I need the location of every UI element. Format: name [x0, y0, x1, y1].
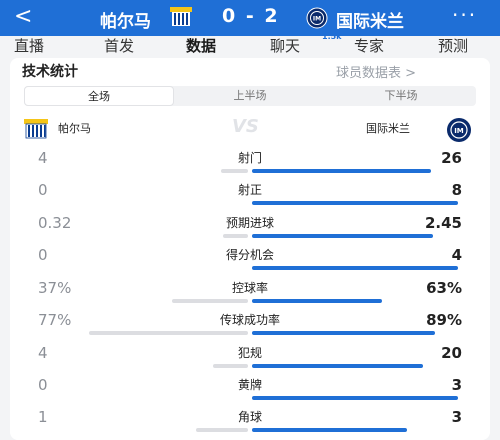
tab-predict[interactable]: 预测: [438, 36, 468, 56]
match-header: < 帕尔马 0 - 2 IM 国际米兰 ···: [0, 0, 500, 36]
tab-chat[interactable]: 聊天: [270, 36, 300, 56]
team-right-name: 国际米兰: [366, 122, 410, 135]
more-dots-icon[interactable]: ···: [452, 3, 477, 27]
player-stats-link[interactable]: 球员数据表 >: [336, 62, 416, 81]
stat-right-value: 3: [451, 376, 462, 394]
stat-right-value: 89%: [426, 311, 462, 329]
stat-row: 0 黄牌 3: [10, 376, 490, 406]
stat-row: 4 犯规 20: [10, 344, 490, 374]
stat-right-bar: [252, 396, 458, 400]
stat-right-bar: [252, 169, 431, 173]
match-score: 0 - 2: [222, 5, 280, 27]
stat-right-bar: [252, 364, 423, 368]
stat-row: 4 射门 26: [10, 149, 490, 179]
inter-crest-icon: IM: [306, 7, 328, 29]
stat-right-bar: [252, 331, 435, 335]
stat-left-bar: [221, 169, 248, 173]
stat-right-bar: [252, 201, 458, 205]
tab-live[interactable]: 直播: [14, 36, 44, 56]
stat-row: 1 角球 3: [10, 408, 490, 438]
stat-right-bar: [252, 428, 407, 432]
stat-right-value: 8: [451, 181, 462, 199]
svg-text:IM: IM: [313, 16, 321, 23]
parma-crest-icon: [170, 7, 192, 26]
stat-left-value: 0: [38, 376, 48, 394]
stat-left-value: 37%: [38, 279, 72, 297]
stat-right-bar: [252, 234, 433, 238]
segment-second-half[interactable]: 下半场: [326, 86, 476, 106]
stat-label: 射正: [237, 183, 262, 197]
stat-left-bar: [213, 364, 248, 368]
back-arrow-icon[interactable]: <: [14, 4, 32, 30]
stat-row: 37% 控球率 63%: [10, 279, 490, 309]
header-team-left[interactable]: 帕尔马: [100, 7, 151, 32]
stat-left-value: 0: [38, 246, 48, 264]
inter-crest-icon: IM: [447, 118, 471, 142]
stat-label: 传球成功率: [219, 313, 280, 327]
stat-left-value: 77%: [38, 311, 72, 329]
stat-label: 控球率: [231, 281, 268, 295]
svg-text:IM: IM: [454, 127, 464, 135]
period-segmented-control: 全场 上半场 下半场: [24, 86, 476, 106]
stat-row: 0 射正 8: [10, 181, 490, 211]
stat-right-bar: [252, 299, 382, 303]
stat-right-value: 20: [441, 344, 462, 362]
stat-right-value: 2.45: [424, 214, 462, 232]
stat-left-value: 0.32: [38, 214, 72, 232]
tab-experts[interactable]: 专家: [354, 36, 384, 56]
stat-label: 预期进球: [225, 216, 274, 230]
stat-label: 犯规: [237, 346, 262, 360]
stat-left-value: 4: [38, 344, 48, 362]
stat-left-bar: [89, 331, 248, 335]
stat-right-value: 4: [451, 246, 462, 264]
stat-left-value: 1: [38, 408, 48, 426]
stat-left-bar: [223, 234, 248, 238]
stat-left-value: 0: [38, 181, 48, 199]
tab-lineup[interactable]: 首发: [104, 36, 134, 56]
header-team-right[interactable]: 国际米兰: [336, 7, 404, 32]
stat-row: 0 得分机会 4: [10, 246, 490, 276]
stat-left-bar: [196, 428, 248, 432]
chat-count-badge: 1.5k: [322, 32, 342, 41]
stat-row: 0.32 预期进球 2.45: [10, 214, 490, 244]
segment-full-time[interactable]: 全场: [24, 86, 174, 106]
stat-label: 得分机会: [225, 248, 274, 262]
stat-left-value: 4: [38, 149, 48, 167]
stat-label: 黄牌: [237, 378, 262, 392]
stat-label: 角球: [237, 410, 262, 424]
team-left-name: 帕尔马: [58, 122, 91, 135]
stat-right-value: 3: [451, 408, 462, 426]
stats-title: 技术统计: [22, 64, 78, 80]
stat-left-bar: [172, 299, 248, 303]
vs-mark: VS: [232, 116, 259, 137]
stat-right-value: 63%: [426, 279, 462, 297]
stat-row: 77% 传球成功率 89%: [10, 311, 490, 341]
segment-first-half[interactable]: 上半场: [175, 86, 325, 106]
stat-right-value: 26: [441, 149, 462, 167]
stats-card: 技术统计 球员数据表 > 全场 上半场 下半场 帕尔马 VS 国际米兰 IM 4…: [10, 58, 490, 440]
stat-label: 射门: [237, 151, 262, 165]
parma-crest-icon: [24, 119, 48, 139]
tab-stats[interactable]: 数据: [186, 36, 216, 56]
stat-right-bar: [252, 266, 458, 270]
